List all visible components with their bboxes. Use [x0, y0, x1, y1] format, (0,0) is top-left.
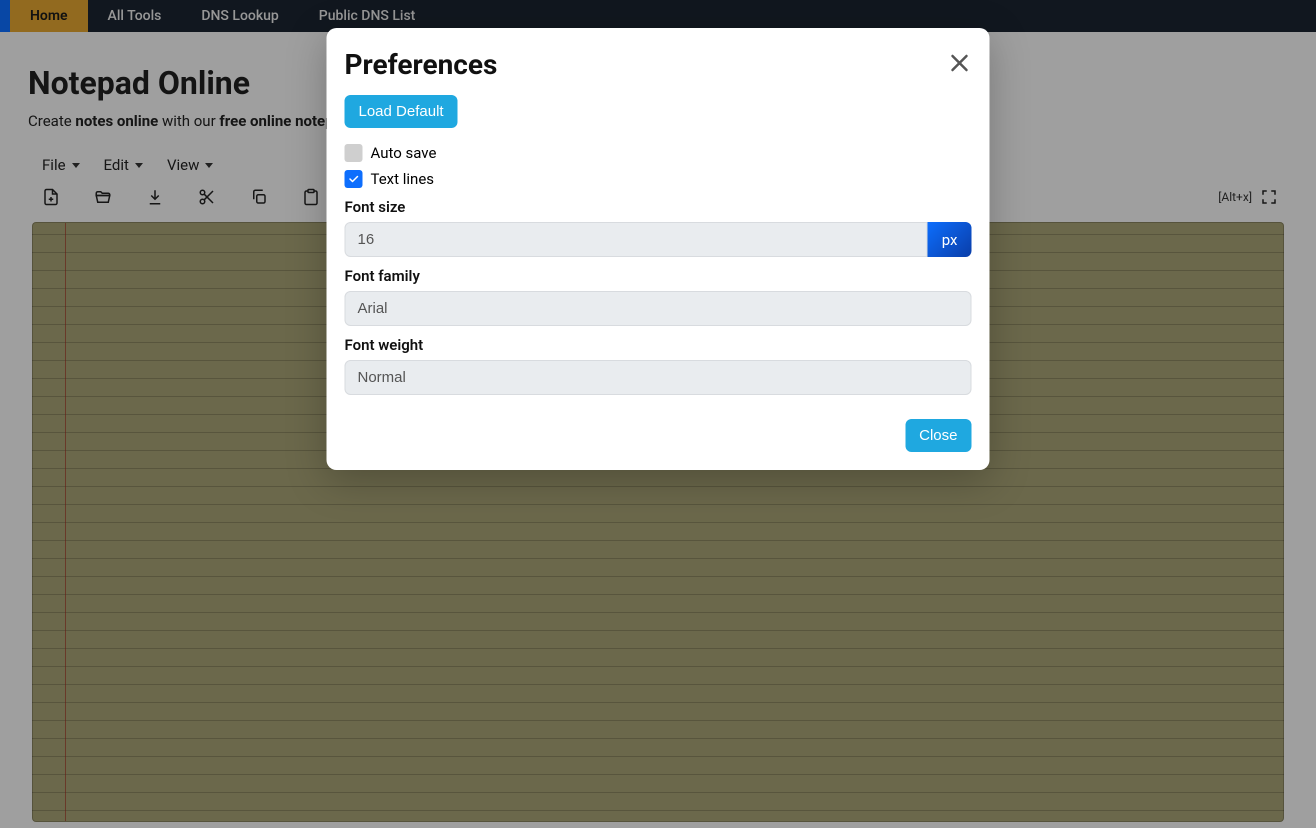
- load-default-button[interactable]: Load Default: [345, 95, 458, 128]
- text-lines-label: Text lines: [371, 170, 435, 188]
- auto-save-label: Auto save: [371, 144, 437, 162]
- close-button[interactable]: Close: [905, 419, 971, 452]
- font-size-input[interactable]: [345, 222, 928, 257]
- font-size-group: px: [345, 222, 972, 257]
- font-weight-select[interactable]: [345, 360, 972, 395]
- auto-save-row[interactable]: Auto save: [345, 144, 972, 162]
- preferences-modal: Preferences Load Default Auto save Text …: [327, 28, 990, 470]
- font-weight-label: Font weight: [345, 336, 972, 354]
- modal-header: Preferences: [345, 48, 972, 81]
- preferences-form: Auto save Text lines Font size px Font f…: [345, 144, 972, 395]
- modal-title: Preferences: [345, 48, 498, 81]
- text-lines-checkbox[interactable]: [345, 170, 363, 188]
- font-size-label: Font size: [345, 198, 972, 216]
- font-family-select[interactable]: [345, 291, 972, 326]
- font-size-unit: px: [928, 222, 972, 257]
- close-icon[interactable]: [948, 51, 972, 79]
- modal-footer: Close: [345, 419, 972, 452]
- font-family-label: Font family: [345, 267, 972, 285]
- auto-save-checkbox[interactable]: [345, 144, 363, 162]
- text-lines-row[interactable]: Text lines: [345, 170, 972, 188]
